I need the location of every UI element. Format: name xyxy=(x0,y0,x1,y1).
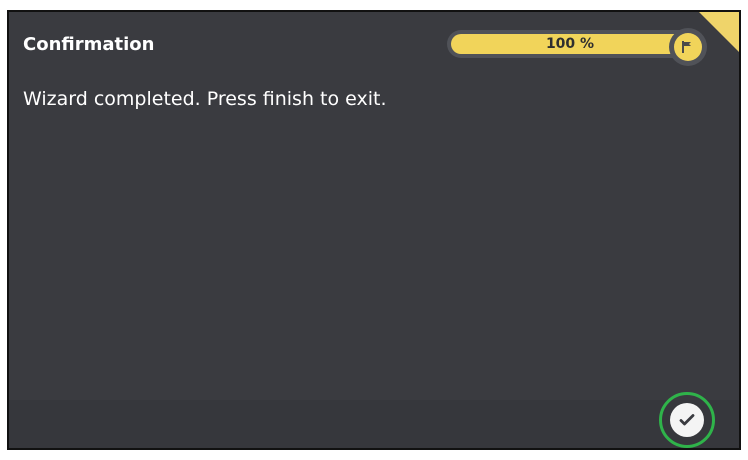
checkmark-icon xyxy=(670,403,704,437)
completion-message: Wizard completed. Press finish to exit. xyxy=(23,88,387,110)
dialog-title: Confirmation xyxy=(23,34,155,55)
wizard-panel: Confirmation 100 % Wizard completed. Pre… xyxy=(7,10,741,450)
progress-label: 100 % xyxy=(545,36,595,52)
progress-end-marker xyxy=(669,28,707,66)
flag-icon xyxy=(674,33,702,61)
bottom-bar xyxy=(9,400,739,448)
finish-button[interactable] xyxy=(659,392,715,448)
wizard-progress: 100 % xyxy=(447,28,707,66)
